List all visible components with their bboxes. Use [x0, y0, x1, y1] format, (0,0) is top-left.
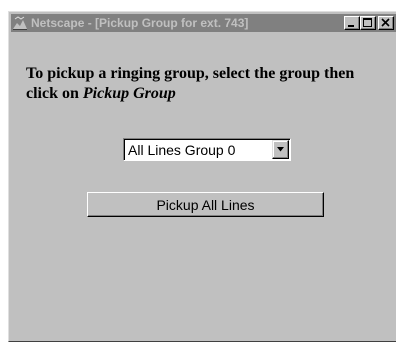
- group-select-dropdown-button[interactable]: [272, 140, 289, 159]
- minimize-icon: [348, 25, 354, 27]
- window-title: Netscape - [Pickup Group for ext. 743]: [31, 16, 249, 30]
- instruction-text: To pickup a ringing group, select the gr…: [26, 64, 366, 104]
- instruction-main-text: To pickup a ringing group, select the gr…: [26, 65, 355, 102]
- netscape-app-icon[interactable]: [12, 15, 28, 31]
- instruction-emphasis: Pickup Group: [82, 85, 176, 102]
- title-bar[interactable]: Netscape - [Pickup Group for ext. 743]: [11, 14, 396, 32]
- group-select-value: All Lines Group 0: [128, 142, 236, 158]
- close-icon: [381, 18, 390, 27]
- maximize-button[interactable]: [360, 16, 376, 30]
- netscape-window: Netscape - [Pickup Group for ext. 743] T…: [8, 11, 396, 342]
- chevron-down-icon: [277, 147, 284, 152]
- group-select[interactable]: All Lines Group 0: [123, 138, 291, 161]
- pickup-all-lines-button[interactable]: Pickup All Lines: [87, 192, 324, 217]
- maximize-icon: [363, 18, 372, 27]
- close-button[interactable]: [378, 16, 394, 30]
- minimize-button[interactable]: [344, 16, 360, 30]
